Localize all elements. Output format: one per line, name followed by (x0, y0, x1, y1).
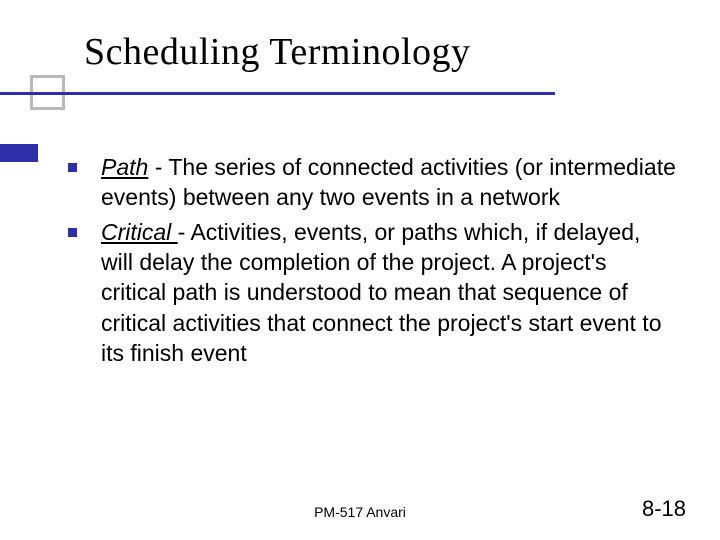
list-item-body: Critical - Activities, events, or paths … (101, 217, 678, 369)
term-separator: - (148, 154, 168, 180)
list-item: Critical - Activities, events, or paths … (68, 217, 678, 369)
square-bullet-icon (68, 163, 77, 172)
term: Path (101, 154, 148, 180)
list-item: Path - The series of connected activitie… (68, 152, 678, 213)
accent-rule-short (0, 144, 38, 162)
definition: The series of connected activities (or i… (101, 154, 676, 210)
accent-rule-long (0, 92, 555, 95)
footer-center: PM-517 Anvari (0, 504, 720, 520)
slide-title: Scheduling Terminology (84, 30, 471, 74)
list-item-body: Path - The series of connected activitie… (101, 152, 678, 213)
slide-number: 8-18 (642, 496, 686, 522)
term: Critical (101, 219, 178, 245)
term-separator: - (178, 219, 191, 245)
square-bullet-icon (68, 228, 77, 237)
title-block: Scheduling Terminology (84, 30, 471, 74)
bullet-list: Path - The series of connected activitie… (68, 152, 678, 373)
